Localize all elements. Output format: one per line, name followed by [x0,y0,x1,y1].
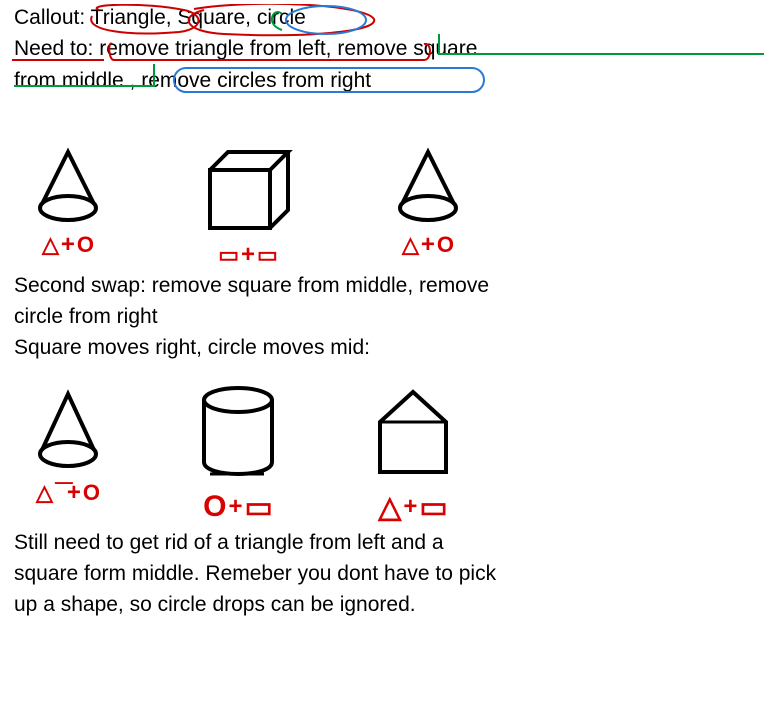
house-right-2: △ + ▭ [368,382,458,525]
needto-part1: remove triangle from left, [99,37,331,60]
formula-2-3: △ + ▭ [368,490,458,525]
callout-words: Triangle, Square, circle [91,6,306,29]
cube-mid-1: ▭ + ▭ [198,144,298,268]
shape-row-1: △ + O ▭ + ▭ △ + O [28,144,764,268]
formula-1-2: ▭ + ▭ [198,242,298,268]
header-block: Callout: Triangle, Square, circle Need t… [4,4,764,94]
pentagon-icon [368,382,458,482]
cone-icon [28,382,108,472]
mid-line-2: circle from right [14,303,754,330]
formula-2-1: △ — + O [28,480,108,506]
bottom-line-3: up a shape, so circle drops can be ignor… [14,591,754,618]
formula-2-2: O + ▭ [188,490,288,525]
bottom-line-1: Still need to get rid of a triangle from… [14,529,754,556]
cone-left-1: △ + O [28,144,108,268]
formula-1-1: △ + O [28,232,108,258]
bottom-line-2: square form middle. Remeber you dont hav… [14,560,754,587]
cone-left-2: △ — + O [28,382,108,525]
cylinder-icon [188,382,288,482]
cone-icon [28,144,108,224]
mid-line-1: Second swap: remove square from middle, … [14,272,754,299]
needto-part3: from middle [14,69,124,92]
needto-part4: , remove circles from right [130,69,372,92]
callout-label: Callout: [14,6,85,29]
cone-icon [388,144,468,224]
cube-icon [198,144,298,234]
cylinder-mid-2: O + ▭ [188,382,288,525]
cone-right-1: △ + O [388,144,468,268]
mid-line-3: Square moves right, circle moves mid: [14,334,754,361]
shape-row-2: △ — + O O + ▭ △ + ▭ [28,382,764,525]
formula-1-3: △ + O [388,232,468,258]
needto-label: Need to: [14,37,93,60]
needto-part2: remove square [337,37,477,60]
